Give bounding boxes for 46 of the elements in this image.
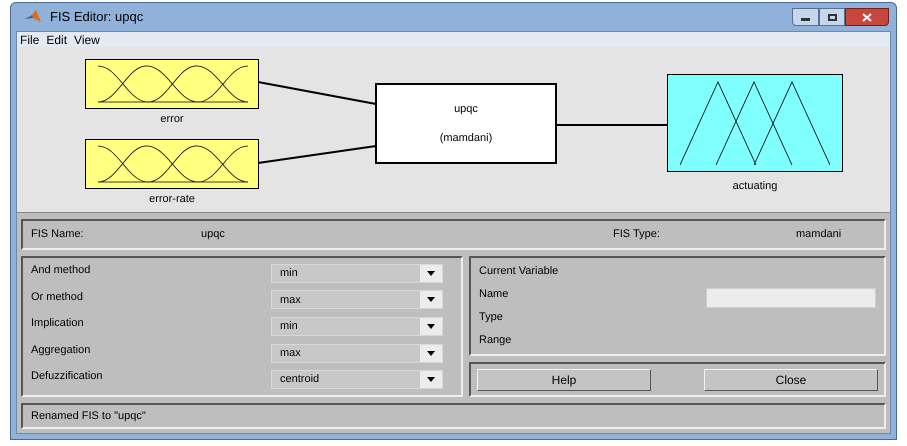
membership-triangles-icon [680, 81, 830, 165]
variable-field-label: Type [479, 310, 504, 326]
caret-icon [427, 350, 435, 356]
minimize-button[interactable] [792, 8, 819, 26]
method-dropdown[interactable]: centroid [271, 370, 443, 390]
fis-name-label: FIS Name: [31, 227, 85, 242]
method-dropdown[interactable]: max [271, 344, 443, 363]
method-dropdown[interactable]: min [271, 264, 443, 283]
caret-icon [427, 270, 435, 276]
method-label: Aggregation [31, 342, 92, 358]
fis-type-label: FIS Type: [613, 227, 661, 242]
maximize-button[interactable] [819, 8, 845, 26]
input-variable-label: error [159, 112, 185, 127]
variable-name-field[interactable] [706, 288, 876, 308]
menu-item[interactable]: Edit [46, 30, 68, 48]
variable-field-label: Name [479, 287, 510, 302]
current-variable-title: Current Variable [479, 264, 560, 279]
panel-button[interactable]: Help [477, 368, 651, 390]
method-label: Implication [31, 316, 85, 332]
method-label: And method [31, 263, 92, 278]
system-type: (mamdani) [440, 130, 492, 146]
fis-type-value: mamdani [796, 227, 842, 242]
caret-icon [427, 297, 435, 302]
caret-icon [427, 324, 435, 329]
panel-button[interactable]: Close [704, 368, 878, 390]
window-title: FIS Editor: upqc [50, 8, 144, 26]
close-icon [862, 12, 872, 22]
variable-field-label: Range [479, 333, 512, 348]
method-dropdown[interactable]: max [271, 290, 443, 310]
method-label: Or method [31, 290, 84, 305]
app-logo-icon [24, 9, 42, 25]
output-variable-block[interactable] [667, 74, 843, 172]
method-label: Defuzzification [31, 369, 104, 384]
output-variable-label: actuating [732, 179, 778, 194]
menu-item[interactable]: File [20, 30, 40, 48]
input-variable-block[interactable] [85, 139, 259, 189]
status-message: Renamed FIS to "upqc" [31, 410, 146, 422]
close-button[interactable] [845, 8, 889, 26]
method-dropdown[interactable]: min [271, 316, 443, 336]
system-block[interactable]: upqc (mamdani) [375, 83, 557, 164]
caret-icon [427, 377, 435, 382]
input-variable-label: error-rate [148, 192, 196, 207]
menu-item[interactable]: View [74, 30, 100, 48]
system-name: upqc [454, 102, 478, 117]
fis-name-value: upqc [201, 227, 226, 242]
input-variable-block[interactable] [85, 59, 259, 109]
